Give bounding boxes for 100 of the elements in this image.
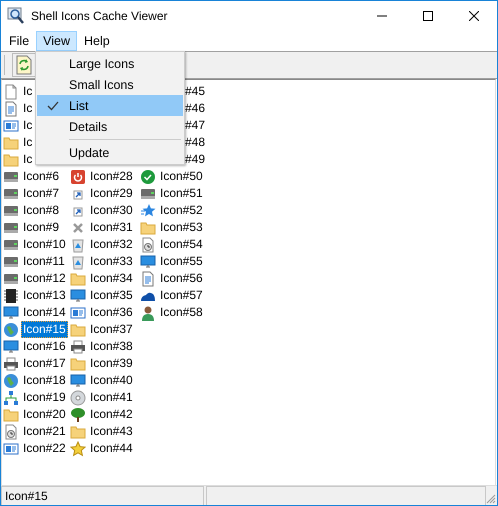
icon-label[interactable]: Ic <box>21 83 34 100</box>
menu-item[interactable]: List <box>37 95 183 116</box>
icon-label[interactable]: Icon#7 <box>21 185 62 202</box>
card-icon <box>3 118 19 134</box>
icon-label[interactable]: Icon#8 <box>21 202 62 219</box>
icon-label[interactable]: Icon#42 <box>88 406 135 423</box>
icon-label[interactable]: Icon#29 <box>88 185 135 202</box>
icon-label[interactable]: Icon#19 <box>21 389 68 406</box>
monitor-icon <box>140 254 156 270</box>
icon-label[interactable]: Icon#32 <box>88 236 135 253</box>
globe-icon <box>3 372 19 388</box>
icon-label[interactable]: Icon#6 <box>21 168 62 185</box>
icon-label[interactable]: Icon#44 <box>88 440 135 457</box>
icon-label[interactable]: Icon#13 <box>21 287 68 304</box>
folder-icon <box>70 356 86 372</box>
menu[interactable]: Help <box>77 31 117 51</box>
icon-label[interactable]: Icon#41 <box>88 389 135 406</box>
folder-icon <box>70 424 86 440</box>
chip-icon <box>3 288 19 304</box>
icon-label[interactable]: #47 <box>183 117 208 134</box>
clock-icon <box>3 424 19 440</box>
user-icon <box>140 304 156 320</box>
folder-icon <box>3 152 19 168</box>
icon-label[interactable]: Ic <box>21 100 34 117</box>
icon-label[interactable]: Icon#18 <box>21 372 68 389</box>
icon-label[interactable]: Icon#55 <box>158 253 205 270</box>
resize-grip-icon[interactable] <box>486 494 496 504</box>
icon-label[interactable]: Icon#11 <box>21 253 67 270</box>
menu[interactable]: View <box>36 31 78 51</box>
menu[interactable]: File <box>2 31 36 51</box>
icon-label[interactable]: Icon#22 <box>21 440 68 457</box>
icon-label[interactable]: Icon#36 <box>88 304 135 321</box>
recycle-icon <box>70 236 86 252</box>
disc-icon <box>70 390 86 406</box>
icon-label[interactable]: #49 <box>183 151 208 168</box>
icon-label[interactable]: Icon#58 <box>158 304 205 321</box>
icon-label[interactable]: Icon#12 <box>21 270 68 287</box>
folder-icon <box>70 322 86 338</box>
icon-label[interactable]: Icon#35 <box>88 287 135 304</box>
icon-label[interactable]: Ic <box>21 134 34 151</box>
menu-item[interactable]: Details <box>37 116 183 137</box>
icon-label[interactable]: Icon#52 <box>158 202 205 219</box>
card-icon <box>3 440 19 456</box>
icon-label[interactable]: Icon#30 <box>88 202 135 219</box>
printer-icon <box>3 356 19 372</box>
icon-label[interactable]: Icon#17 <box>21 355 68 372</box>
minimize-icon <box>377 15 387 17</box>
printer-icon <box>70 338 86 354</box>
icon-label[interactable]: Icon#53 <box>158 219 205 236</box>
icon-label[interactable]: Icon#10 <box>21 236 68 253</box>
star-icon <box>70 440 86 456</box>
document-icon <box>3 100 19 116</box>
icon-label[interactable]: Icon#50 <box>158 168 205 185</box>
clock-icon <box>140 236 156 252</box>
icon-label[interactable]: Icon#31 <box>88 219 135 236</box>
power-icon <box>70 168 86 184</box>
menu-item[interactable]: Large Icons <box>37 53 183 74</box>
icon-label[interactable]: Icon#33 <box>88 253 135 270</box>
icon-label[interactable]: Icon#34 <box>88 270 135 287</box>
document-icon <box>140 270 156 286</box>
window-title: Shell Icons Cache Viewer <box>31 9 169 23</box>
star-icon <box>140 202 156 218</box>
icon-label[interactable]: Icon#56 <box>158 270 205 287</box>
monitor-icon <box>3 304 19 320</box>
icon-label[interactable]: Icon#16 <box>21 338 68 355</box>
globe-icon <box>3 322 19 338</box>
icon-label[interactable]: Icon#39 <box>88 355 135 372</box>
monitor-icon <box>70 372 86 388</box>
icon-label[interactable]: Icon#15 <box>21 321 68 338</box>
icon-label[interactable]: Icon#51 <box>158 185 205 202</box>
icon-label[interactable]: Ic <box>21 151 34 168</box>
maximize-icon <box>423 11 433 21</box>
icon-label[interactable]: Icon#40 <box>88 372 135 389</box>
icon-label[interactable]: Icon#20 <box>21 406 68 423</box>
icon-label[interactable]: Icon#57 <box>158 287 205 304</box>
icon-label[interactable]: Icon#14 <box>21 304 68 321</box>
icon-label[interactable]: Icon#37 <box>88 321 135 338</box>
icon-label[interactable]: #45 <box>183 83 208 100</box>
icon-label[interactable]: Icon#38 <box>88 338 135 355</box>
folder-icon <box>70 270 86 286</box>
icon-label[interactable]: #48 <box>183 134 208 151</box>
card-icon <box>70 304 86 320</box>
recycle-icon <box>70 254 86 270</box>
icon-label[interactable]: Icon#9 <box>21 219 62 236</box>
checkmark-icon <box>47 100 59 110</box>
icon-label[interactable]: Icon#28 <box>88 168 135 185</box>
network-icon <box>3 390 19 406</box>
icon-label[interactable]: Ic <box>21 117 34 134</box>
tree-icon <box>70 406 86 422</box>
folder-icon <box>3 134 19 150</box>
icon-label[interactable]: Icon#21 <box>21 423 68 440</box>
page-icon <box>3 84 19 100</box>
icon-label[interactable]: #46 <box>183 100 208 117</box>
menu-item[interactable]: Update <box>37 142 183 163</box>
menu-item[interactable]: Small Icons <box>37 74 183 95</box>
icon-label[interactable]: Icon#54 <box>158 236 205 253</box>
icon-label[interactable]: Icon#43 <box>88 423 135 440</box>
refresh-button[interactable] <box>12 53 36 77</box>
check-icon <box>140 168 156 184</box>
close-icon <box>469 11 479 21</box>
